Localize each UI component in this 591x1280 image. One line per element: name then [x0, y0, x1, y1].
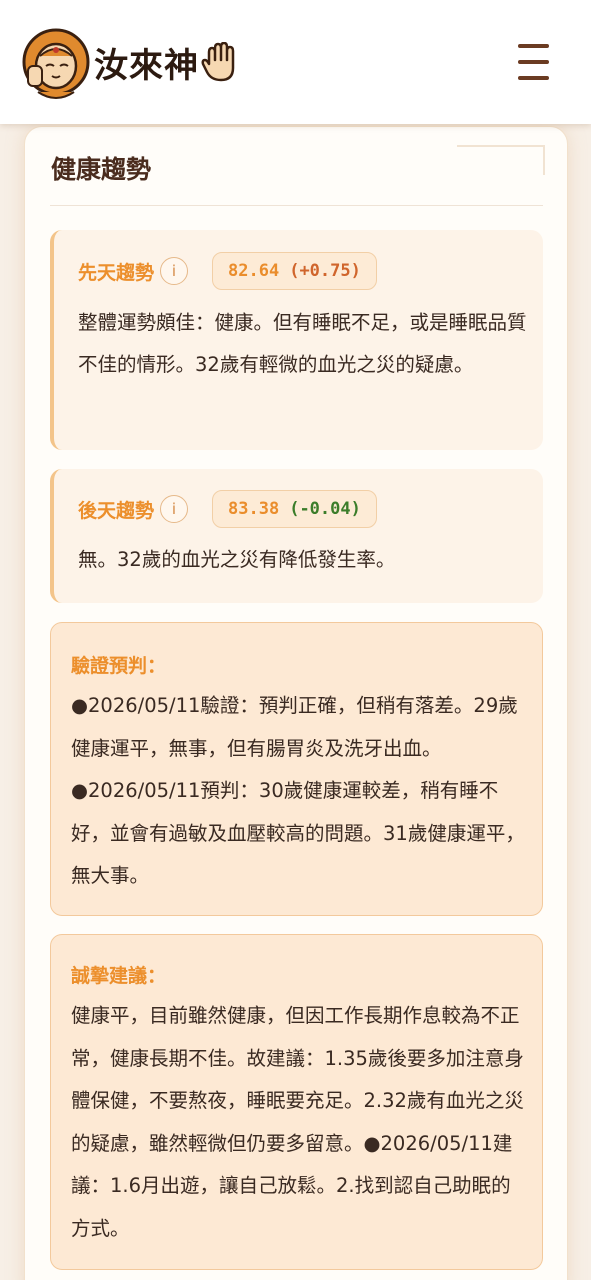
verification-box: 驗證預判： ●2026/05/11驗證：預判正確，但稍有落差。29歲健康運平，無…: [50, 622, 543, 916]
acquired-score-badge: 83.38 (-0.04): [212, 490, 377, 528]
acquired-score: 83.38: [228, 499, 280, 519]
menu-line: [518, 60, 549, 64]
innate-trend-header: 先天趨勢 i 82.64 (+0.75): [78, 252, 377, 290]
innate-trend-label: 先天趨勢: [78, 261, 155, 284]
acquired-score-delta: (-0.04): [289, 499, 361, 519]
acquired-trend-text: 無。32歲的血光之災有降低發生率。: [78, 548, 396, 571]
innate-score-badge: 82.64 (+0.75): [212, 252, 377, 290]
acquired-trend-header: 後天趨勢 i 83.38 (-0.04): [78, 490, 377, 528]
hamburger-menu-icon[interactable]: [518, 44, 558, 80]
top-header: 汝來神: [0, 0, 591, 124]
palm-hand-icon: [201, 42, 235, 82]
site-logo[interactable]: 汝來神: [22, 22, 239, 102]
info-icon[interactable]: i: [160, 495, 189, 523]
innate-trend-panel: 先天趨勢 i 82.64 (+0.75) 整體運勢頗佳：健康。但有睡眠不足，或是…: [50, 230, 543, 450]
title-divider: [50, 205, 543, 206]
innate-score-delta: (+0.75): [289, 261, 361, 281]
innate-trend-text: 整體運勢頗佳：健康。但有睡眠不足，或是睡眠品質不佳的情形。32歲有輕微的血光之災…: [78, 311, 527, 376]
advice-title: 誠摯建議：: [71, 965, 167, 987]
innate-score: 82.64: [228, 261, 280, 281]
verification-text: ●2026/05/11驗證：預判正確，但稍有落差。29歲健康運平，無事，但有腸胃…: [71, 694, 525, 887]
acquired-trend-panel: 後天趨勢 i 83.38 (-0.04) 無。32歲的血光之災有降低發生率。: [50, 469, 543, 603]
menu-line: [518, 44, 549, 48]
advice-text: 健康平，目前雖然健康，但因工作長期作息較為不正常，健康長期不佳。故建議：1.35…: [71, 1004, 524, 1240]
logo-text: 汝來神: [94, 45, 199, 86]
menu-line: [518, 76, 549, 80]
section-title: 健康趨勢: [51, 155, 152, 184]
verification-title: 驗證預判：: [71, 655, 167, 677]
info-icon[interactable]: i: [160, 257, 189, 285]
acquired-trend-label: 後天趨勢: [78, 499, 155, 522]
corner-decoration: [457, 145, 545, 175]
advice-box: 誠摯建議： 健康平，目前雖然健康，但因工作長期作息較為不正常，健康長期不佳。故建…: [50, 934, 543, 1270]
buddha-mascot-icon: [22, 28, 90, 99]
